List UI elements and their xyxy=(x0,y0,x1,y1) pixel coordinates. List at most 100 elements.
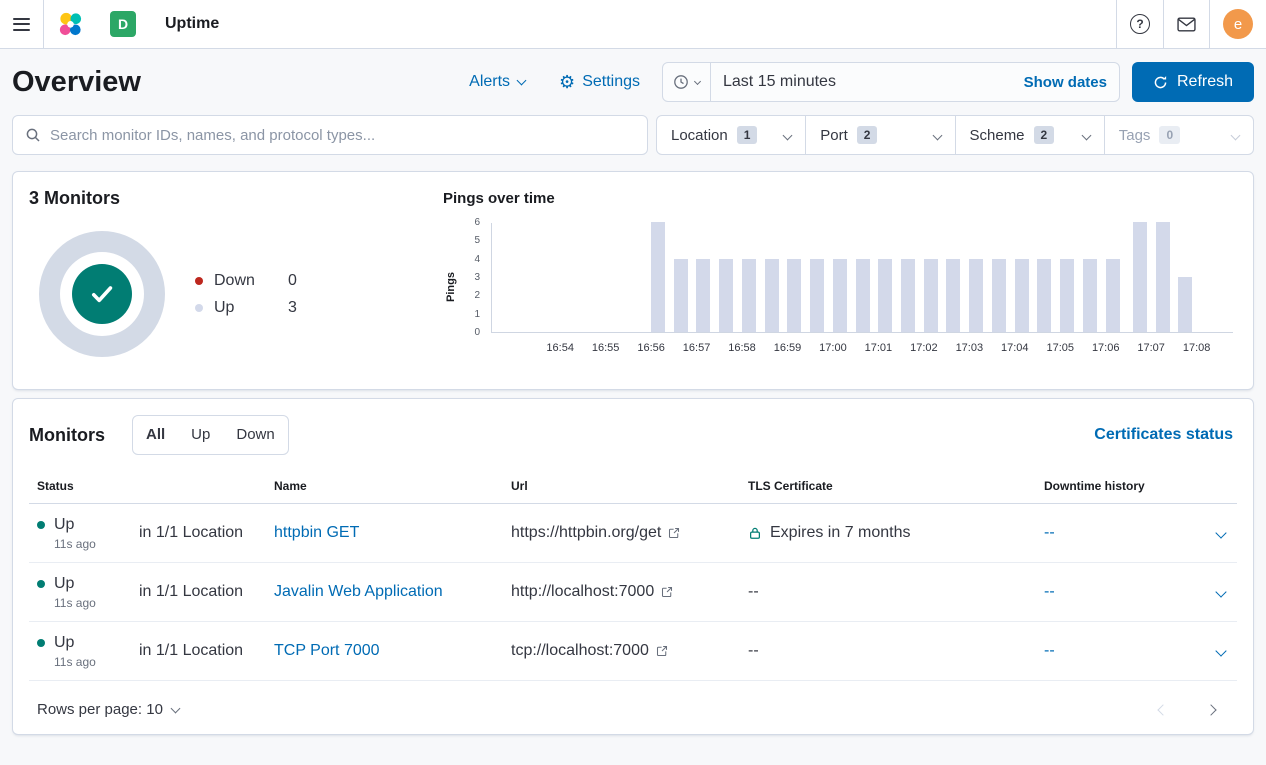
chevron-down-icon xyxy=(1215,645,1226,656)
filter-down-button[interactable]: Down xyxy=(223,416,287,454)
next-page-button[interactable] xyxy=(1205,704,1216,715)
table-footer: Rows per page: 10 xyxy=(29,701,1237,720)
monitor-name-link[interactable]: TCP Port 7000 xyxy=(274,642,380,659)
refresh-label: Refresh xyxy=(1177,73,1233,91)
elastic-logo[interactable] xyxy=(44,0,97,48)
monitors-header: Monitors All Up Down Certificates status xyxy=(29,415,1237,455)
legend-item-down: Down 0 xyxy=(195,272,297,290)
legend-item-up: Up 3 xyxy=(195,299,297,317)
downtime-cell: -- xyxy=(1044,583,1197,601)
alerts-dropdown[interactable]: Alerts xyxy=(469,73,525,91)
date-range-value[interactable]: Last 15 minutes xyxy=(711,73,1012,91)
y-axis-tick-label: 2 xyxy=(474,291,480,301)
app-breadcrumb: Uptime xyxy=(149,0,232,48)
ping-bar xyxy=(810,259,824,332)
pings-over-time-chart: Pings over time Pings 0123456 16:5416:55… xyxy=(443,188,1233,379)
settings-button[interactable]: ⚙ Settings xyxy=(559,73,640,91)
legend-label: Up xyxy=(214,299,274,317)
tls-cell: Expires in 7 months xyxy=(748,524,1044,542)
refresh-icon xyxy=(1153,75,1168,90)
clock-icon xyxy=(673,74,689,90)
y-axis-label: Pings xyxy=(443,223,459,363)
expand-row-button[interactable] xyxy=(1197,647,1237,655)
date-picker: Last 15 minutes Show dates xyxy=(662,62,1120,102)
monitor-name-link[interactable]: Javalin Web Application xyxy=(274,583,443,600)
ping-bar xyxy=(1133,222,1147,332)
menu-button[interactable] xyxy=(0,0,43,48)
filter-bar: Location 1 Port 2 Scheme 2 Tags 0 xyxy=(12,115,1254,155)
settings-label: Settings xyxy=(582,73,640,91)
expand-row-button[interactable] xyxy=(1197,529,1237,537)
user-menu-button[interactable]: e xyxy=(1210,0,1266,48)
x-axis-tick-label: 16:57 xyxy=(683,342,711,354)
x-axis-tick-label: 17:05 xyxy=(1046,342,1074,354)
x-axis-tick-label: 16:58 xyxy=(728,342,756,354)
chevron-down-icon xyxy=(1081,130,1091,140)
help-button[interactable]: ? xyxy=(1117,0,1163,48)
space-badge-letter: D xyxy=(110,11,136,37)
filter-scheme[interactable]: Scheme 2 xyxy=(956,116,1105,154)
ping-bar xyxy=(1083,259,1097,332)
search-input[interactable] xyxy=(50,127,635,144)
x-axis-tick-label: 17:08 xyxy=(1183,342,1211,354)
ping-bar xyxy=(1015,259,1029,332)
ping-bar xyxy=(1037,259,1051,332)
up-dot-icon xyxy=(195,304,203,312)
user-avatar: e xyxy=(1223,9,1253,39)
filter-up-button[interactable]: Up xyxy=(178,416,223,454)
url-cell: tcp://localhost:7000 xyxy=(511,642,748,660)
ping-bar xyxy=(674,259,688,332)
certificates-status-link[interactable]: Certificates status xyxy=(1094,426,1237,444)
filter-tags: Tags 0 xyxy=(1105,116,1253,154)
previous-page-button[interactable] xyxy=(1157,704,1168,715)
tls-expiry: Expires in 7 months xyxy=(770,524,911,542)
show-dates-button[interactable]: Show dates xyxy=(1012,74,1119,91)
status-up-dot xyxy=(37,580,45,588)
newsfeed-button[interactable] xyxy=(1164,0,1209,48)
legend-label: Down xyxy=(214,272,274,290)
filter-all-button[interactable]: All xyxy=(133,416,178,454)
filter-location[interactable]: Location 1 xyxy=(657,116,806,154)
external-link-icon[interactable] xyxy=(656,645,668,657)
external-link-icon[interactable] xyxy=(661,586,673,598)
space-badge[interactable]: D xyxy=(97,0,149,48)
x-axis-tick-label: 16:56 xyxy=(637,342,665,354)
status-donut-chart xyxy=(39,231,165,357)
external-link-icon[interactable] xyxy=(668,527,680,539)
monitors-table: Status Name Url TLS Certificate Downtime… xyxy=(29,473,1237,681)
tls-expiry: -- xyxy=(748,642,759,660)
downtime-cell: -- xyxy=(1044,642,1197,660)
envelope-icon xyxy=(1177,17,1196,32)
snapshot-title: 3 Monitors xyxy=(29,188,443,209)
filter-label: Tags xyxy=(1119,127,1151,144)
table-row: Up 11s ago in 1/1 Location httpbin GET h… xyxy=(29,504,1237,563)
ping-bar xyxy=(901,259,915,332)
filter-label: Port xyxy=(820,127,848,144)
alerts-label: Alerts xyxy=(469,73,510,91)
expand-row-button[interactable] xyxy=(1197,588,1237,596)
filter-count-badge: 2 xyxy=(857,126,878,144)
monitor-url: http://localhost:7000 xyxy=(511,583,654,601)
y-axis-ticks: 0123456 xyxy=(459,223,485,333)
status-cell: Up 11s ago in 1/1 Location xyxy=(29,575,274,610)
status-filter-group: All Up Down xyxy=(132,415,289,455)
ping-bar xyxy=(696,259,710,332)
check-icon xyxy=(87,279,117,309)
down-dot-icon xyxy=(195,277,203,285)
top-navigation-bar: D Uptime ? e xyxy=(0,0,1266,49)
gear-icon: ⚙ xyxy=(559,73,575,91)
ping-bar xyxy=(1178,277,1192,332)
filter-port[interactable]: Port 2 xyxy=(806,116,955,154)
help-icon: ? xyxy=(1130,14,1150,34)
tls-cell: -- xyxy=(748,583,1044,601)
rows-per-page-button[interactable]: Rows per page: 10 xyxy=(37,701,179,718)
status-ago: 11s ago xyxy=(54,537,139,551)
filter-label: Location xyxy=(671,127,728,144)
x-axis-tick-label: 17:06 xyxy=(1092,342,1120,354)
date-quick-select-button[interactable] xyxy=(663,63,711,101)
filter-count-badge: 2 xyxy=(1034,126,1055,144)
refresh-button[interactable]: Refresh xyxy=(1132,62,1254,102)
downtime-cell: -- xyxy=(1044,524,1197,542)
y-axis-tick-label: 4 xyxy=(474,255,480,265)
monitor-name-link[interactable]: httpbin GET xyxy=(274,524,359,541)
